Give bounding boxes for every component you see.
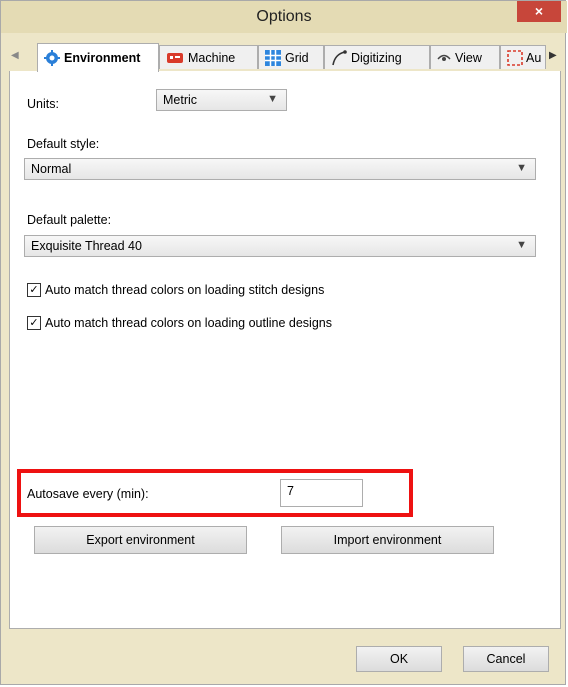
tab-machine[interactable]: Machine: [159, 45, 258, 69]
auto-match-outline-label: Auto match thread colors on loading outl…: [45, 316, 332, 330]
auto-select-icon: [507, 49, 523, 66]
chevron-down-icon: ▼: [516, 239, 527, 251]
chevron-down-icon: ▼: [516, 162, 527, 174]
checkmark-icon: ✓: [27, 316, 41, 330]
eye-icon: [437, 51, 451, 65]
dialog-title: Options: [256, 8, 312, 25]
grid-icon: [265, 49, 281, 66]
close-button[interactable]: ×: [517, 1, 561, 22]
tab-scroll-right-icon[interactable]: ▶: [549, 50, 557, 61]
cancel-button[interactable]: Cancel: [463, 646, 549, 672]
tab-grid[interactable]: Grid: [258, 45, 324, 69]
options-dialog: Options × ◀ Environment Machine Grid Dig…: [0, 0, 567, 685]
environment-panel: Units: Metric ▼ Default style: Normal ▼ …: [9, 71, 561, 629]
gear-icon: [44, 50, 60, 66]
title-bar[interactable]: Options ×: [1, 1, 567, 33]
machine-icon: [166, 50, 184, 66]
default-palette-label: Default palette:: [27, 213, 112, 227]
tab-label: View: [455, 50, 482, 65]
tab-auto[interactable]: Au: [500, 45, 546, 69]
default-palette-value: Exquisite Thread 40: [31, 239, 142, 253]
default-palette-select[interactable]: Exquisite Thread 40 ▼: [24, 235, 536, 257]
chevron-down-icon: ▼: [267, 93, 278, 105]
units-label: Units:: [27, 97, 59, 111]
tab-label: Au: [526, 50, 542, 65]
auto-match-outline-checkbox[interactable]: ✓ Auto match thread colors on loading ou…: [27, 316, 332, 330]
auto-match-stitch-checkbox[interactable]: ✓ Auto match thread colors on loading st…: [27, 283, 324, 297]
import-environment-button[interactable]: Import environment: [281, 526, 494, 554]
default-style-label: Default style:: [27, 137, 100, 151]
tab-label: Machine: [188, 50, 236, 65]
default-style-value: Normal: [31, 162, 72, 176]
tab-digitizing[interactable]: Digitizing: [324, 45, 430, 69]
digitize-curve-icon: [331, 49, 347, 66]
tab-label: Environment: [64, 51, 141, 65]
ok-button[interactable]: OK: [356, 646, 442, 672]
tab-scroll-left-icon[interactable]: ◀: [11, 50, 19, 61]
tab-view[interactable]: View: [430, 45, 500, 69]
checkmark-icon: ✓: [27, 283, 41, 297]
units-select[interactable]: Metric ▼: [156, 89, 287, 111]
tab-label: Grid: [285, 50, 309, 65]
units-value: Metric: [163, 93, 198, 107]
autosave-highlight-box: [17, 469, 413, 517]
tab-environment[interactable]: Environment: [37, 43, 159, 72]
tab-strip: ◀ Environment Machine Grid Digitizing Vi…: [9, 43, 561, 72]
default-style-select[interactable]: Normal ▼: [24, 158, 536, 180]
tab-label: Digitizing: [351, 50, 402, 65]
auto-match-stitch-label: Auto match thread colors on loading stit…: [45, 283, 325, 297]
export-environment-button[interactable]: Export environment: [34, 526, 247, 554]
